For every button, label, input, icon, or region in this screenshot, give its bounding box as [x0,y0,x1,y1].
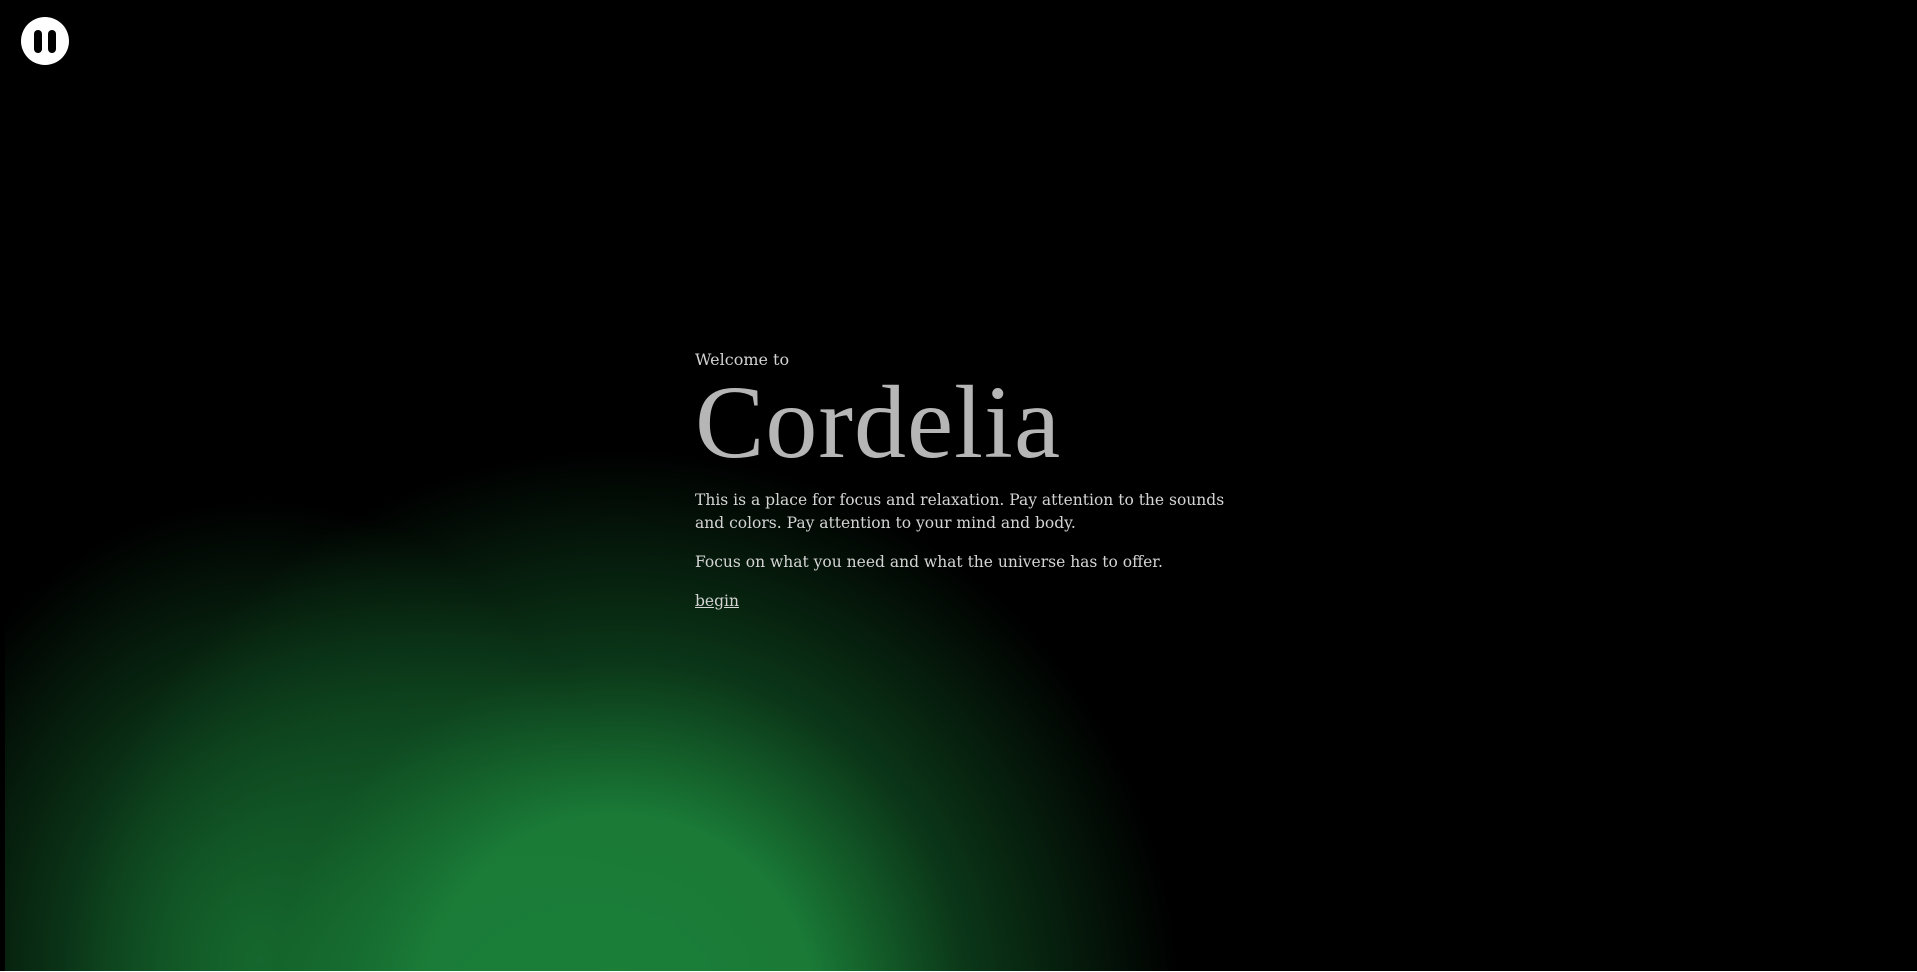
pause-icon [34,30,42,53]
pause-button[interactable] [21,17,69,65]
begin-link[interactable]: begin [695,590,739,613]
intro-paragraph: This is a place for focus and relaxation… [695,491,1225,532]
app-title: Cordelia [695,365,1062,480]
ambient-canvas: Welcome to Cordelia This is a place for … [0,0,1917,971]
pause-icon-bar [48,30,56,53]
left-edge [0,0,5,971]
focus-paragraph: Focus on what you need and what the univ… [695,553,1163,571]
intro-panel: Welcome to Cordelia This is a place for … [695,349,1255,613]
page: Welcome to Cordelia This is a place for … [0,0,1917,972]
